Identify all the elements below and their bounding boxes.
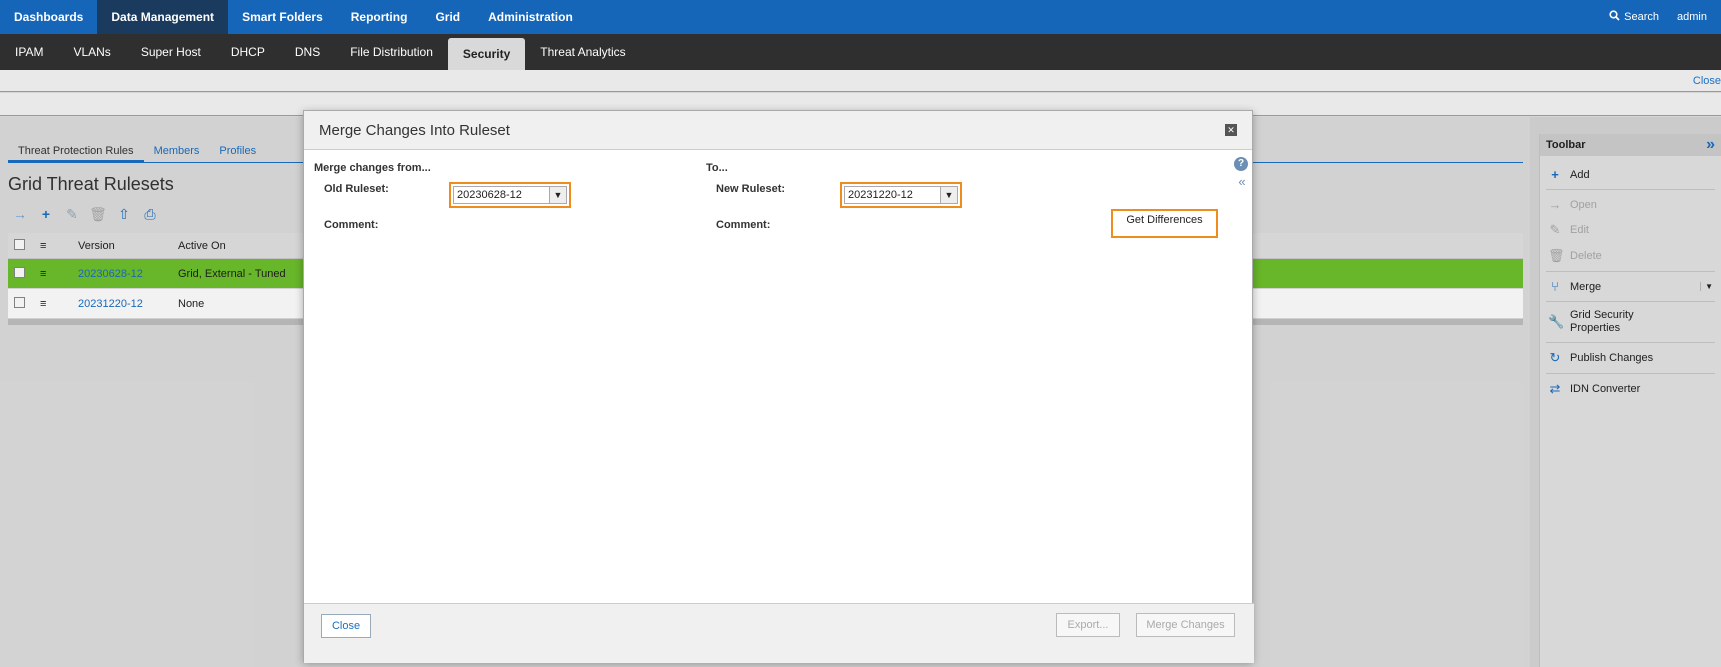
- tab-reporting[interactable]: Reporting: [337, 0, 422, 34]
- sub-nav: IPAM VLANs Super Host DHCP DNS File Dist…: [0, 34, 1721, 70]
- dialog-body: Merge changes from... To... Old Ruleset:…: [304, 151, 1254, 603]
- tab-administration[interactable]: Administration: [474, 0, 587, 34]
- new-ruleset-value: 20231220-12: [844, 186, 941, 204]
- user-menu[interactable]: admin: [1677, 11, 1707, 23]
- breadcrumb-bar: Close: [0, 70, 1721, 92]
- search-label: Search: [1624, 11, 1660, 23]
- export-button[interactable]: Export...: [1056, 613, 1120, 637]
- get-differences-button[interactable]: Get Differences: [1111, 209, 1218, 238]
- tab-dns[interactable]: DNS: [280, 34, 335, 70]
- new-ruleset-label: New Ruleset:: [716, 183, 786, 195]
- close-link[interactable]: Close: [1693, 75, 1721, 87]
- tab-smart-folders[interactable]: Smart Folders: [228, 0, 337, 34]
- dialog-footer: Close Export... Merge Changes: [304, 603, 1254, 663]
- merge-dialog: Merge Changes Into Ruleset ✕ Merge chang…: [303, 110, 1254, 663]
- old-comment-label: Comment:: [324, 219, 379, 231]
- tab-ipam[interactable]: IPAM: [0, 34, 58, 70]
- tab-file-distribution[interactable]: File Distribution: [335, 34, 448, 70]
- to-heading: To...: [706, 162, 728, 174]
- old-ruleset-value: 20230628-12: [453, 186, 550, 204]
- new-ruleset-select[interactable]: 20231220-12 ▼: [840, 182, 962, 208]
- collapse-icon[interactable]: «: [1234, 174, 1250, 189]
- new-comment-label: Comment:: [716, 219, 771, 231]
- tab-threat-analytics[interactable]: Threat Analytics: [525, 34, 640, 70]
- old-ruleset-select[interactable]: 20230628-12 ▼: [449, 182, 571, 208]
- chevron-down-icon[interactable]: ▼: [550, 186, 567, 204]
- help-icon[interactable]: ?: [1234, 157, 1248, 171]
- tab-dashboards[interactable]: Dashboards: [0, 0, 97, 34]
- top-nav: Dashboards Data Management Smart Folders…: [0, 0, 1721, 34]
- tab-super-host[interactable]: Super Host: [126, 34, 216, 70]
- merge-changes-button[interactable]: Merge Changes: [1136, 613, 1235, 637]
- topnav-right: Search admin: [1609, 0, 1721, 34]
- from-heading: Merge changes from...: [314, 162, 431, 174]
- chevron-down-icon[interactable]: ▼: [941, 186, 958, 204]
- dialog-title: Merge Changes Into Ruleset: [319, 121, 510, 139]
- search-icon: [1609, 10, 1620, 24]
- tab-grid[interactable]: Grid: [421, 0, 474, 34]
- search-button[interactable]: Search: [1609, 10, 1659, 24]
- tab-security[interactable]: Security: [447, 38, 526, 70]
- tab-dhcp[interactable]: DHCP: [216, 34, 280, 70]
- close-icon[interactable]: ✕: [1225, 124, 1237, 136]
- tab-data-management[interactable]: Data Management: [97, 0, 229, 34]
- old-ruleset-label: Old Ruleset:: [324, 183, 389, 195]
- dialog-header: Merge Changes Into Ruleset ✕: [304, 111, 1252, 150]
- close-button[interactable]: Close: [321, 614, 371, 638]
- tab-vlans[interactable]: VLANs: [58, 34, 125, 70]
